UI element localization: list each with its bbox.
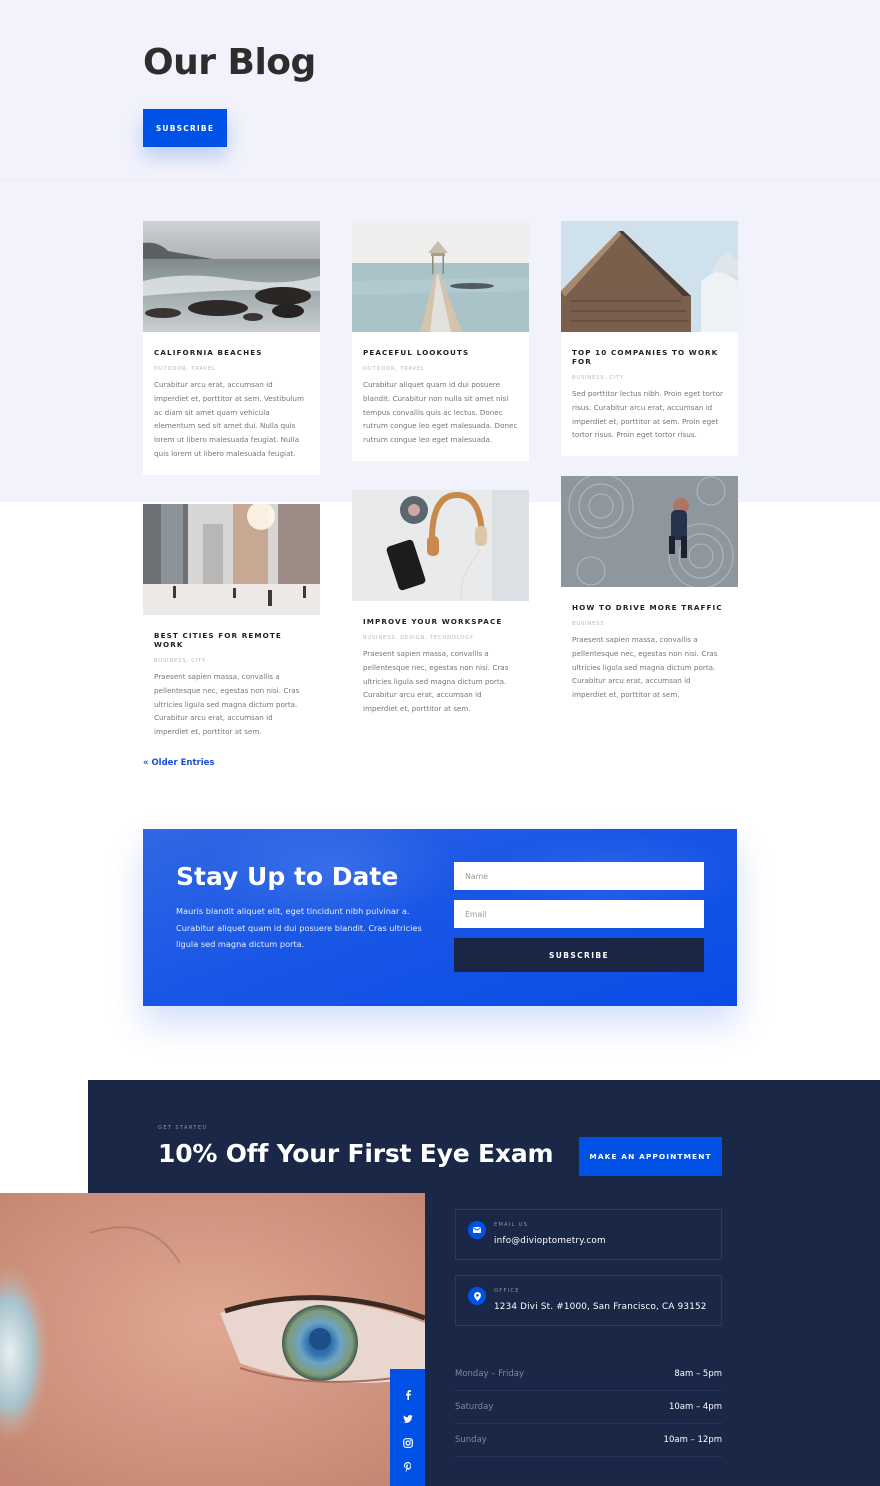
office-value: 1234 Divi St. #1000, San Francisco, CA 9… [494, 1302, 707, 1312]
post-excerpt: Curabitur arcu erat, accumsan id imperdi… [154, 380, 304, 458]
post-categories[interactable]: OUTDOOR, TRAVEL [154, 366, 309, 372]
post-image-building[interactable] [561, 221, 738, 332]
hours-row: Sunday 10am – 12pm [455, 1424, 722, 1457]
blog-post-card: TOP 10 COMPANIES TO WORK FOR BUSINESS, C… [561, 221, 738, 457]
post-image-rocky-shore[interactable] [143, 221, 320, 332]
blog-post-card: PEACEFUL LOOKOUTS OUTDOOR, TRAVEL Curabi… [352, 221, 529, 461]
post-image-pavement[interactable] [561, 476, 738, 587]
post-title[interactable]: CALIFORNIA BEACHES [154, 348, 309, 357]
post-categories[interactable]: BUSINESS [572, 621, 727, 627]
page-title: Our Blog [143, 42, 316, 83]
post-title[interactable]: IMPROVE YOUR WORKSPACE [363, 617, 518, 626]
post-title[interactable]: BEST CITIES FOR REMOTE WORK [154, 631, 309, 649]
newsletter-section: Stay Up to Date Mauris blandit aliquet e… [143, 829, 737, 1006]
post-excerpt: Sed porttitor lectus nibh. Proin eget to… [572, 389, 723, 440]
blog-post-card: HOW TO DRIVE MORE TRAFFIC BUSINESS Praes… [561, 476, 738, 716]
blog-post-card: IMPROVE YOUR WORKSPACE BUSINESS, DESIGN,… [352, 490, 529, 730]
post-excerpt: Praesent sapien massa, convallis a pelle… [572, 635, 718, 700]
blog-post-card: CALIFORNIA BEACHES OUTDOOR, TRAVEL Curab… [143, 221, 320, 475]
hours-row: Monday – Friday 8am – 5pm [455, 1358, 722, 1391]
twitter-icon[interactable] [400, 1410, 416, 1427]
hours-day: Saturday [455, 1402, 494, 1412]
hours-day: Monday – Friday [455, 1369, 524, 1379]
cta-title: 10% Off Your First Eye Exam [158, 1139, 554, 1168]
map-pin-icon [468, 1287, 486, 1305]
post-title[interactable]: PEACEFUL LOOKOUTS [363, 348, 518, 357]
hero-divider [0, 179, 880, 180]
office-label: OFFICE [494, 1288, 520, 1294]
eye-photo [0, 1193, 425, 1486]
cta-eyebrow: GET STARTED [158, 1125, 208, 1131]
email-label: EMAIL US [494, 1222, 529, 1228]
post-categories[interactable]: OUTDOOR, TRAVEL [363, 366, 518, 372]
newsletter-title: Stay Up to Date [176, 862, 399, 891]
newsletter-description: Mauris blandit aliquet elit, eget tincid… [176, 906, 422, 949]
older-entries-link[interactable]: « Older Entries [143, 758, 214, 768]
office-info-box: OFFICE 1234 Divi St. #1000, San Francisc… [455, 1275, 722, 1326]
email-value[interactable]: info@divioptometry.com [494, 1236, 606, 1246]
newsletter-subscribe-button[interactable]: SUBSCRIBE [454, 938, 704, 972]
hours-time: 10am – 4pm [668, 1402, 722, 1412]
email-input[interactable] [454, 900, 704, 928]
pier-gazebo-image [352, 221, 529, 332]
email-info-box: EMAIL US info@divioptometry.com [455, 1209, 722, 1260]
envelope-icon [468, 1221, 486, 1239]
hours-time: 8am – 5pm [674, 1369, 722, 1379]
hours-time: 10am – 12pm [663, 1435, 722, 1445]
headphones-desk-image [352, 490, 529, 601]
post-excerpt: Praesent sapien massa, convallis a pelle… [363, 649, 509, 714]
rocky-sea-shore-image [143, 221, 320, 332]
post-title[interactable]: TOP 10 COMPANIES TO WORK FOR [572, 348, 727, 366]
blog-post-card: BEST CITIES FOR REMOTE WORK BUSINESS, CI… [143, 504, 320, 753]
name-input[interactable] [454, 862, 704, 890]
post-title[interactable]: HOW TO DRIVE MORE TRAFFIC [572, 603, 727, 612]
post-categories[interactable]: BUSINESS, CITY [572, 375, 727, 381]
post-image-workspace[interactable] [352, 490, 529, 601]
post-excerpt: Praesent sapien massa, convallis a pelle… [154, 672, 300, 737]
pinterest-icon[interactable] [400, 1458, 416, 1475]
post-image-city[interactable] [143, 504, 320, 615]
post-image-pier[interactable] [352, 221, 529, 332]
building-corner-image [561, 221, 738, 332]
post-categories[interactable]: BUSINESS, DESIGN, TECHNOLOGY [363, 635, 518, 641]
post-excerpt: Curabitur aliquet quam id dui posuere bl… [363, 380, 518, 445]
instagram-icon[interactable] [400, 1434, 416, 1451]
make-appointment-button[interactable]: MAKE AN APPOINTMENT [579, 1137, 722, 1176]
city-street-image [143, 504, 320, 615]
hours-row: Saturday 10am – 4pm [455, 1391, 722, 1424]
subscribe-button[interactable]: SUBSCRIBE [143, 109, 227, 147]
facebook-icon[interactable] [400, 1386, 416, 1403]
post-categories[interactable]: BUSINESS, CITY [154, 658, 309, 664]
eye-closeup-image [0, 1193, 425, 1486]
social-links [390, 1369, 425, 1486]
hours-day: Sunday [455, 1435, 487, 1445]
person-walking-pavement-image [561, 476, 738, 587]
